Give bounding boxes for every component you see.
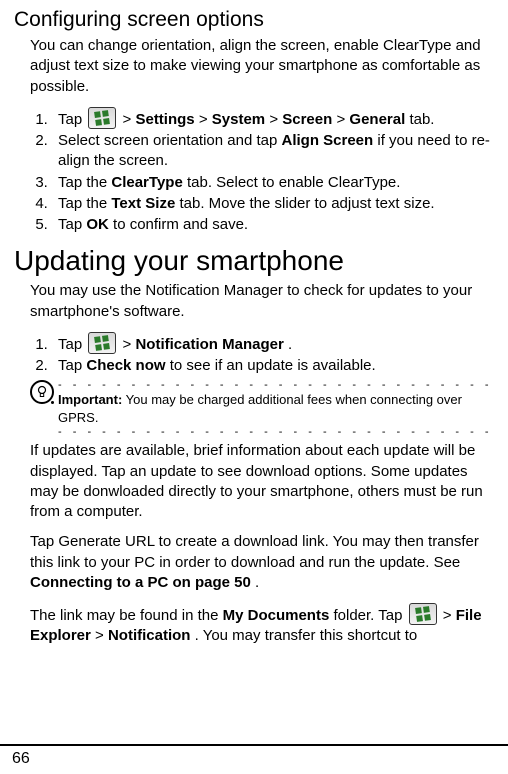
page: { "section1": { "heading": "Configuring … — [0, 0, 508, 774]
text: tab. Select to enable ClearType. — [187, 174, 400, 191]
text: > — [443, 607, 456, 624]
text: . You may transfer this shortcut to — [195, 627, 418, 644]
text: tab. — [409, 111, 434, 128]
step-1-1: Tap > Settings > System > Screen > Gener… — [52, 107, 492, 130]
btn-ok: OK — [86, 216, 109, 233]
important-note: - - - - - - - - - - - - - - - - - - - - … — [30, 382, 492, 435]
nav-system: System — [212, 111, 265, 128]
text: Tap — [58, 357, 86, 374]
tab-text-size: Text Size — [111, 195, 175, 212]
step-1-2: Select screen orientation and tap Align … — [52, 131, 492, 172]
text: Tap Generate URL to create a download li… — [30, 533, 479, 570]
text: Tap — [58, 111, 86, 128]
dash-rule-bottom: - - - - - - - - - - - - - - - - - - - - … — [58, 429, 492, 435]
text: Select screen orientation and tap — [58, 132, 281, 149]
intro-para-2: You may use the Notification Manager to … — [30, 281, 492, 322]
nav-screen: Screen — [282, 111, 332, 128]
btn-align-screen: Align Screen — [281, 132, 373, 149]
intro-para-1: You can change orientation, align the sc… — [30, 36, 492, 97]
dash-rule-top: - - - - - - - - - - - - - - - - - - - - … — [58, 382, 492, 388]
text: Tap the — [58, 195, 111, 212]
step-1-4: Tap the Text Size tab. Move the slider t… — [52, 194, 492, 214]
text: > — [269, 111, 282, 128]
text: Tap the — [58, 174, 111, 191]
windows-start-icon — [409, 603, 437, 625]
windows-start-icon — [88, 107, 116, 129]
tab-cleartype: ClearType — [111, 174, 182, 191]
step-2-2: Tap Check now to see if an update is ava… — [52, 356, 492, 376]
step-1-5: Tap OK to confirm and save. — [52, 215, 492, 235]
text: Tap — [58, 216, 86, 233]
page-footer: 66 — [0, 744, 508, 768]
heading-updating-smartphone: Updating your smartphone — [14, 245, 496, 277]
text: > — [123, 336, 136, 353]
link-connecting-pc: Connecting to a PC on page 50 — [30, 574, 251, 591]
nav-general: General — [349, 111, 405, 128]
folder-my-documents: My Documents — [223, 607, 330, 624]
text: > — [199, 111, 212, 128]
page-number: 66 — [12, 750, 30, 767]
step-2-1: Tap > Notification Manager . — [52, 332, 492, 355]
text: . — [255, 574, 259, 591]
note-text: Important: You may be charged additional… — [58, 391, 492, 426]
light-bulb-icon — [30, 380, 54, 404]
text: > — [123, 111, 136, 128]
text: The link may be found in the — [30, 607, 223, 624]
steps-list-2: Tap > Notification Manager . Tap Check n… — [30, 332, 492, 377]
text: > — [95, 627, 108, 644]
nav-notification: Notification — [108, 627, 191, 644]
text: Tap — [58, 336, 86, 353]
windows-start-icon — [88, 332, 116, 354]
heading-configuring-screen: Configuring screen options — [14, 8, 496, 32]
nav-settings: Settings — [135, 111, 194, 128]
text: folder. Tap — [333, 607, 406, 624]
text: . — [288, 336, 292, 353]
update-para-2: If updates are available, brief informat… — [30, 441, 492, 522]
text: tab. Move the slider to adjust text size… — [179, 195, 434, 212]
btn-check-now: Check now — [86, 357, 165, 374]
nav-notification-manager: Notification Manager — [135, 336, 283, 353]
note-label: Important: — [58, 392, 122, 407]
update-para-3: Tap Generate URL to create a download li… — [30, 532, 492, 593]
step-1-3: Tap the ClearType tab. Select to enable … — [52, 173, 492, 193]
text: to confirm and save. — [113, 216, 248, 233]
text: to see if an update is available. — [170, 357, 376, 374]
update-para-4: The link may be found in the My Document… — [30, 603, 492, 647]
steps-list-1: Tap > Settings > System > Screen > Gener… — [30, 107, 492, 236]
text: > — [336, 111, 349, 128]
